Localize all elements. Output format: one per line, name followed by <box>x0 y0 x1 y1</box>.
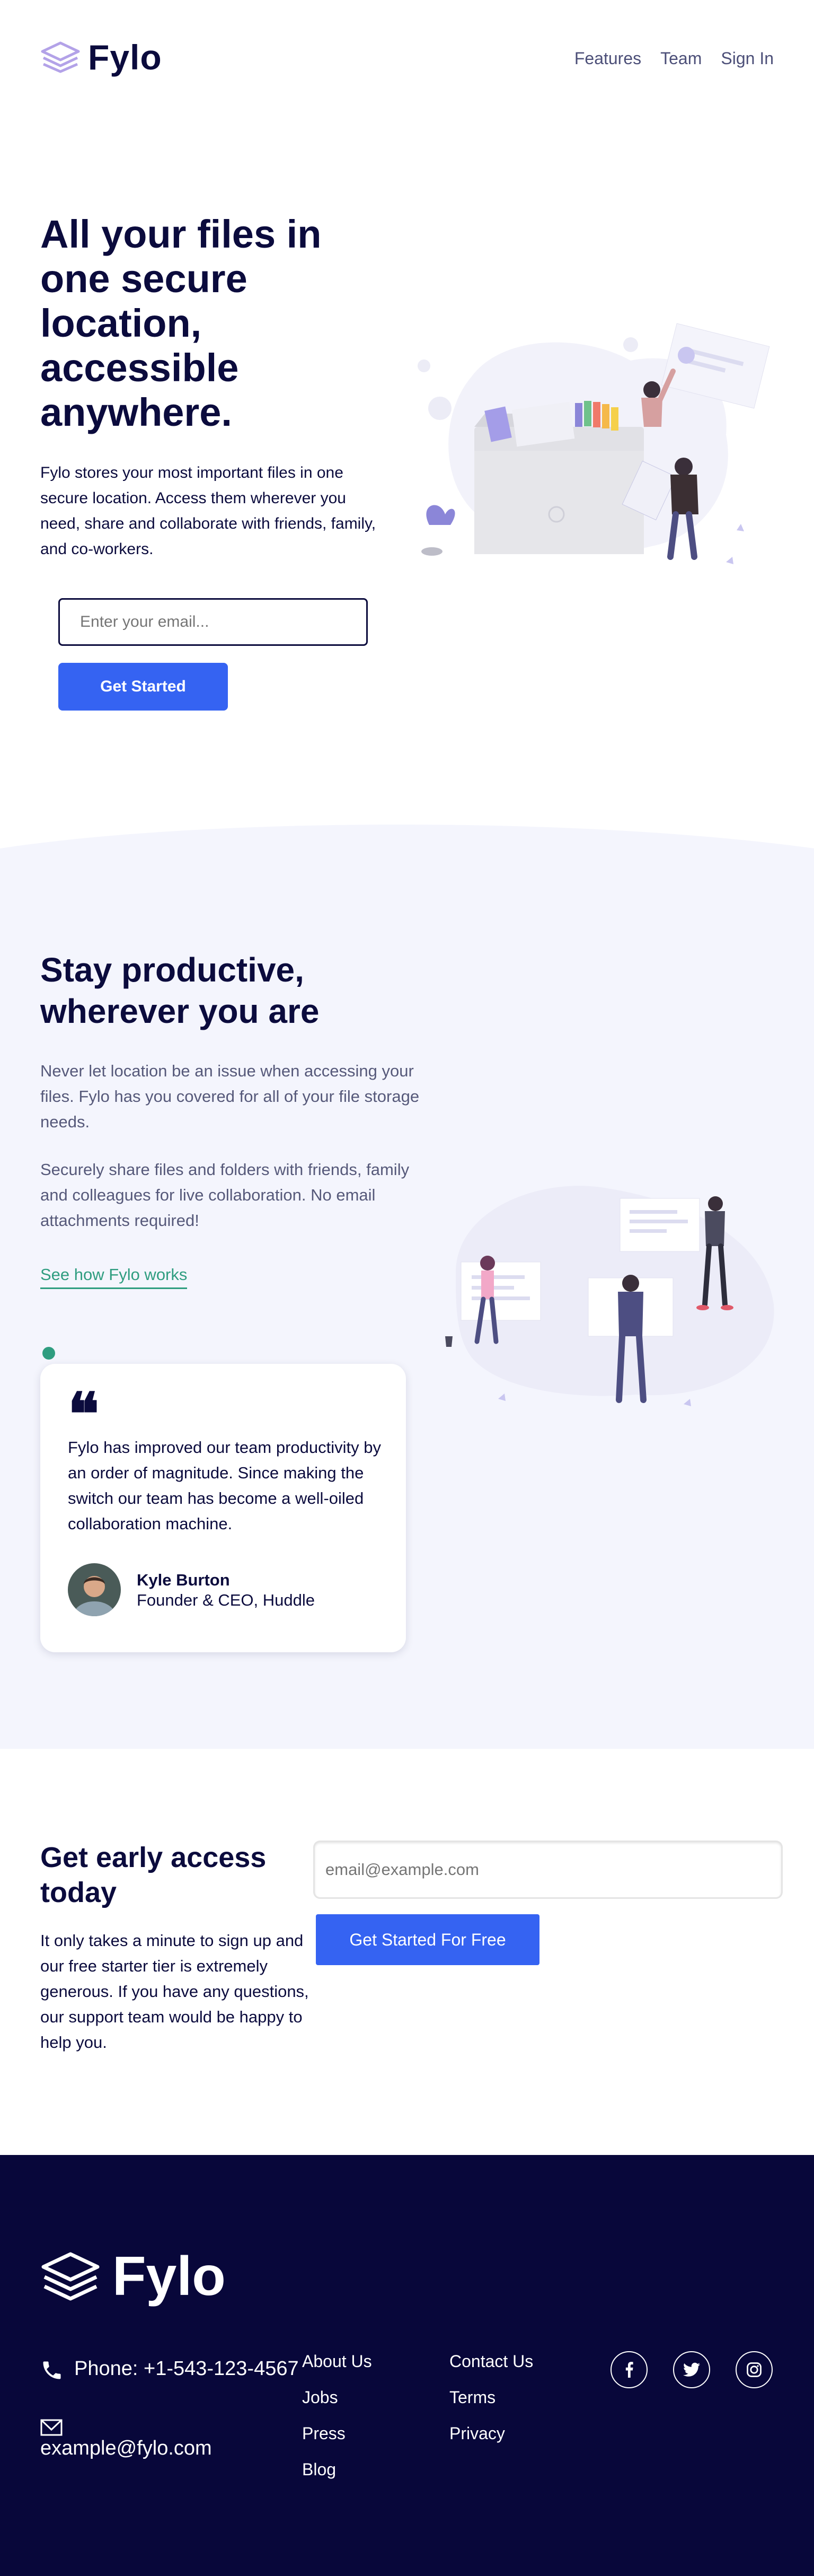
author-role: Founder & CEO, Huddle <box>137 1591 315 1609</box>
early-access-text: It only takes a minute to sign up and ou… <box>40 1931 309 2052</box>
author-name: Kyle Burton <box>137 1571 230 1589</box>
see-how-link[interactable]: See how Fylo works <box>40 1265 188 1289</box>
footer-phone: Phone: +1-543-123-4567 <box>40 2356 326 2382</box>
footer-link-press[interactable]: Press <box>302 2423 372 2443</box>
footer-column-2: Contact Us Terms Privacy <box>449 2351 533 2443</box>
hero-email-input[interactable] <box>58 598 368 646</box>
productive-title: Stay productive, wherever you are <box>40 951 320 1030</box>
footer-link-contact[interactable]: Contact Us <box>449 2351 533 2371</box>
footer-column-1: About Us Jobs Press Blog <box>302 2351 372 2479</box>
hero-illustration <box>418 323 770 564</box>
decorative-dot <box>42 1347 55 1360</box>
hero-title: All your files in one secure location, a… <box>40 212 322 434</box>
testimonial-card: ❝ Fylo has improved our team productivit… <box>40 1364 406 1652</box>
footer-logo-text: Fylo <box>112 2246 226 2307</box>
email-icon <box>40 2419 63 2436</box>
nav-sign-in[interactable]: Sign In <box>721 49 774 68</box>
phone-icon <box>43 2361 61 2379</box>
social-links <box>610 2351 773 2388</box>
early-access-title: Get early access today <box>40 1842 267 1908</box>
footer-phone-text: Phone: +1-543-123-4567 <box>74 2358 299 2380</box>
section-wave <box>0 825 814 912</box>
footer-email-text[interactable]: example@fylo.com <box>40 2437 212 2459</box>
get-started-button[interactable]: Get Started <box>58 663 228 711</box>
footer-logo[interactable]: Fylo <box>40 2245 226 2308</box>
hero-text: Fylo stores your most important files in… <box>40 464 376 558</box>
get-started-free-button[interactable]: Get Started For Free <box>316 1914 539 1965</box>
site-header: Fylo Features Team Sign In <box>0 0 814 117</box>
main-nav: Features Team Sign In <box>574 49 774 68</box>
footer-link-privacy[interactable]: Privacy <box>449 2423 533 2443</box>
logo-text: Fylo <box>88 38 162 77</box>
productive-paragraph-1: Never let location be an issue when acce… <box>40 1062 420 1131</box>
footer-logo-layers-icon <box>41 2252 100 2300</box>
footer-link-jobs[interactable]: Jobs <box>302 2387 372 2407</box>
avatar <box>68 1563 121 1616</box>
logo[interactable]: Fylo <box>40 37 162 77</box>
footer-link-terms[interactable]: Terms <box>449 2387 533 2407</box>
footer-link-about[interactable]: About Us <box>302 2351 372 2371</box>
footer-link-blog[interactable]: Blog <box>302 2459 372 2479</box>
logo-layers-icon <box>41 41 80 73</box>
productive-paragraph-2: Securely share files and folders with fr… <box>40 1160 410 1230</box>
site-footer: Fylo Phone: +1-543-123-4567 example@fylo… <box>0 2155 814 2576</box>
footer-email: example@fylo.com <box>40 2419 212 2460</box>
facebook-icon[interactable] <box>610 2351 648 2388</box>
testimonial-quote: Fylo has improved our team productivity … <box>68 1438 381 1533</box>
nav-features[interactable]: Features <box>574 49 641 68</box>
instagram-icon[interactable] <box>736 2351 773 2388</box>
nav-team[interactable]: Team <box>660 49 702 68</box>
productive-illustration <box>445 1186 774 1406</box>
twitter-icon[interactable] <box>673 2351 710 2388</box>
early-access-email-input[interactable] <box>315 1842 781 1897</box>
